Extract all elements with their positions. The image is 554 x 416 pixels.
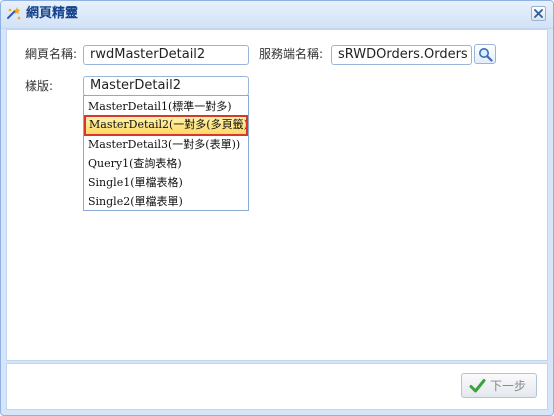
template-option[interactable]: Single2(單檔表單)	[86, 192, 246, 211]
wizard-content: 網頁名稱: rwdMasterDetail2 服務端名稱: sRWDOrders…	[6, 29, 548, 361]
check-icon	[469, 379, 486, 393]
wizard-footer: 下一步	[6, 363, 548, 410]
template-option[interactable]: MasterDetail3(一對多(表單))	[86, 135, 246, 154]
template-select-value: MasterDetail2	[90, 78, 181, 93]
template-option[interactable]: Single1(單檔表格)	[86, 173, 246, 192]
template-option[interactable]: Query1(查詢表格)	[86, 154, 246, 173]
close-button[interactable]	[531, 6, 546, 21]
next-button[interactable]: 下一步	[461, 373, 537, 398]
close-icon	[534, 9, 543, 18]
template-option-selected[interactable]: MasterDetail2(一對多(多頁籤))	[84, 115, 248, 136]
window-title: 網頁精靈	[26, 6, 79, 21]
template-label: 樣版:	[25, 79, 54, 93]
title-bar[interactable]: 網頁精靈	[1, 1, 553, 29]
service-search-button[interactable]	[474, 44, 496, 64]
page-name-input[interactable]: rwdMasterDetail2	[83, 45, 249, 65]
wizard-icon	[6, 6, 22, 22]
wizard-window: 網頁精靈 網頁名稱: rwdMasterDetail2 服務端名稱: sRWDO…	[0, 0, 554, 416]
template-options-list: MasterDetail1(標準一對多) MasterDetail2(一對多(多…	[83, 95, 249, 211]
page-name-label: 網頁名稱:	[25, 47, 78, 61]
service-name-label: 服務端名稱:	[259, 47, 324, 61]
next-button-label: 下一步	[490, 379, 527, 393]
template-option[interactable]: MasterDetail1(標準一對多)	[86, 97, 246, 116]
template-select[interactable]: MasterDetail2	[83, 76, 249, 96]
magnifier-icon	[479, 48, 493, 62]
service-name-input[interactable]: sRWDOrders.Orders	[331, 45, 472, 65]
